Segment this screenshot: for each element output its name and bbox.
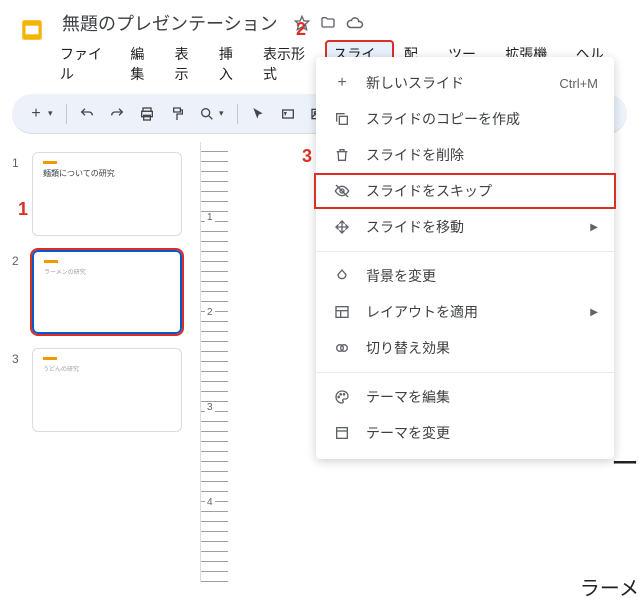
select-tool-button[interactable] [244, 100, 272, 128]
menu-insert[interactable]: 挿入 [211, 40, 253, 88]
dropdown-separator [316, 251, 614, 252]
dd-label: スライドを削除 [366, 145, 598, 165]
dd-transition[interactable]: 切り替え効果 [316, 330, 614, 366]
new-slide-chevron[interactable]: ▾ [48, 108, 60, 119]
accent-bar [43, 357, 57, 360]
new-slide-button[interactable]: + [22, 100, 50, 128]
dropdown-separator [316, 372, 614, 373]
zoom-button[interactable] [193, 100, 221, 128]
dd-change-theme[interactable]: テーマを変更 [316, 415, 614, 451]
submenu-arrow-icon: ▶ [590, 222, 598, 233]
dd-move-slide[interactable]: スライドを移動 ▶ [316, 209, 614, 245]
palette-icon [332, 389, 352, 405]
theme-icon [332, 425, 352, 441]
cloud-status-icon[interactable] [346, 14, 364, 32]
slide-number: 2 [12, 250, 24, 334]
move-icon [332, 219, 352, 235]
slide-title-text: うどんの研究 [43, 364, 171, 373]
dd-label: 切り替え効果 [366, 338, 598, 358]
dd-label: 新しいスライド [366, 73, 545, 93]
dd-label: テーマを編集 [366, 387, 598, 407]
dd-label: スライドをスキップ [366, 181, 598, 201]
vertical-ruler: 1 2 3 4 [200, 142, 228, 582]
layout-icon [332, 304, 352, 320]
transition-icon [332, 340, 352, 356]
ruler-tick: 4 [205, 497, 215, 508]
ruler-tick: 3 [205, 402, 215, 413]
print-button[interactable] [133, 100, 161, 128]
dd-skip-slide[interactable]: スライドをスキップ [314, 173, 616, 209]
slide-title-text: ラーメンの研究 [44, 267, 170, 276]
slide-thumbnail-2[interactable]: 2 ラーメンの研究 [12, 250, 188, 334]
eye-off-icon [332, 183, 352, 199]
move-folder-icon[interactable] [320, 15, 336, 31]
dd-duplicate-slide[interactable]: スライドのコピーを作成 [316, 101, 614, 137]
menu-file[interactable]: ファイル [52, 40, 120, 88]
dd-label: レイアウトを適用 [366, 302, 576, 322]
submenu-arrow-icon: ▶ [590, 307, 598, 318]
menu-view[interactable]: 表示 [167, 40, 209, 88]
ruler-tick: 2 [205, 307, 215, 318]
annotation-2: 2 [296, 19, 306, 40]
slide-thumbnail-1[interactable]: 1 麺類についての研究 [12, 152, 188, 236]
dd-delete-slide[interactable]: スライドを削除 [316, 137, 614, 173]
trash-icon [332, 147, 352, 163]
document-title[interactable]: 無題のプレゼンテーション [56, 8, 284, 38]
dd-label: テーマを変更 [366, 423, 598, 443]
zoom-chevron[interactable]: ▾ [219, 108, 231, 119]
annotation-1: 1 [18, 199, 28, 220]
dd-label: スライドを移動 [366, 217, 576, 237]
slide-panel: 1 麺類についての研究 2 ラーメンの研究 3 うどんの研究 [0, 142, 200, 582]
dd-new-slide[interactable]: + 新しいスライド Ctrl+M [316, 65, 614, 101]
paint-format-button[interactable] [163, 100, 191, 128]
accent-bar [43, 161, 57, 164]
dd-label: スライドのコピーを作成 [366, 109, 598, 129]
droplet-icon [332, 268, 352, 284]
toolbar-separator [237, 104, 238, 124]
slide-title-text: 麺類についての研究 [43, 168, 171, 179]
copy-icon [332, 111, 352, 127]
ruler-tick: 1 [205, 212, 215, 223]
textbox-button[interactable] [274, 100, 302, 128]
slide-number: 3 [12, 348, 24, 432]
plus-icon: + [332, 74, 352, 92]
canvas-text-fragment: ラーメ [580, 572, 639, 601]
dd-shortcut: Ctrl+M [559, 76, 598, 91]
dd-edit-theme[interactable]: テーマを編集 [316, 379, 614, 415]
dd-change-background[interactable]: 背景を変更 [316, 258, 614, 294]
annotation-3: 3 [302, 146, 312, 167]
redo-button[interactable] [103, 100, 131, 128]
slide-thumbnail-3[interactable]: 3 うどんの研究 [12, 348, 188, 432]
canvas-text-fragment: ー [611, 442, 639, 482]
accent-bar [44, 260, 58, 263]
dd-apply-layout[interactable]: レイアウトを適用 ▶ [316, 294, 614, 330]
menu-edit[interactable]: 編集 [122, 40, 164, 88]
slide-number: 1 [12, 152, 24, 236]
slide-menu-dropdown: + 新しいスライド Ctrl+M スライドのコピーを作成 スライドを削除 スライ… [316, 57, 614, 459]
toolbar-separator [66, 104, 67, 124]
dd-label: 背景を変更 [366, 266, 598, 286]
slides-logo[interactable] [16, 8, 48, 48]
menu-format[interactable]: 表示形式 [255, 40, 323, 88]
undo-button[interactable] [73, 100, 101, 128]
